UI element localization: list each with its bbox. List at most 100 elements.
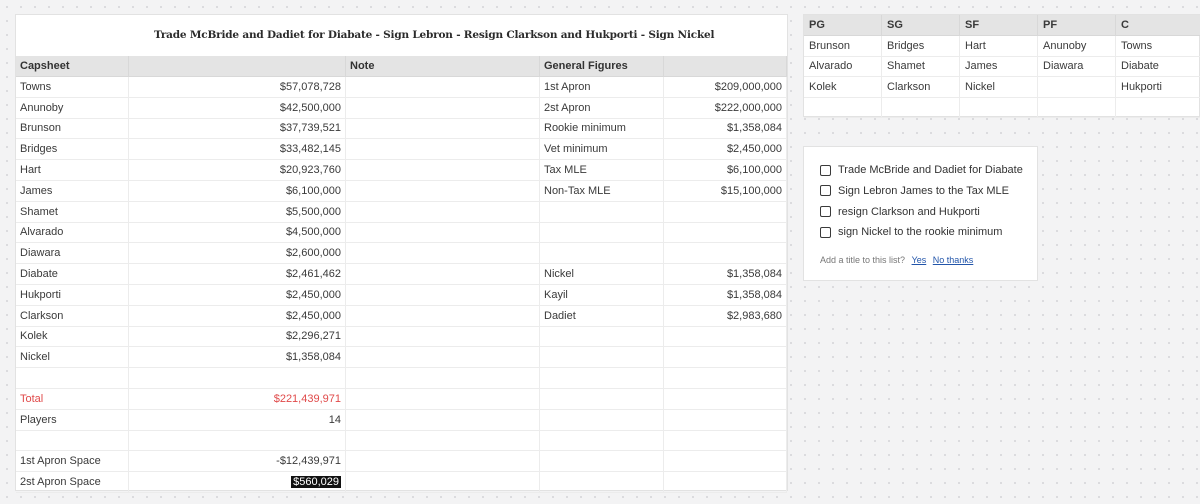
position-cell[interactable] [1038,97,1116,119]
table-cell[interactable]: Non-Tax MLE [540,180,664,202]
table-cell[interactable] [540,222,664,244]
table-cell[interactable]: Kayil [540,284,664,306]
position-cell[interactable]: Diawara [1038,56,1116,78]
table-cell[interactable]: $2,296,271 [129,326,346,348]
table-cell[interactable] [346,222,540,244]
table-cell[interactable]: $4,500,000 [129,222,346,244]
table-cell[interactable] [346,160,540,181]
column-header[interactable]: Note [346,56,540,77]
table-cell[interactable]: $2,983,680 [664,305,787,327]
table-cell[interactable]: Kolek [16,326,129,348]
table-cell[interactable]: $2,450,000 [129,305,346,327]
table-cell[interactable] [540,409,664,431]
position-header[interactable]: C [1116,15,1200,36]
table-cell[interactable]: Shamet [16,201,129,223]
checkbox[interactable] [820,226,831,238]
checkbox[interactable] [820,206,831,218]
table-cell[interactable] [16,368,129,389]
table-cell[interactable]: $1,358,084 [664,284,787,306]
checklist-item[interactable]: resign Clarkson and Hukporti [820,202,980,222]
table-cell[interactable]: Nickel [16,347,129,369]
table-cell[interactable] [346,305,540,327]
table-cell[interactable] [346,451,540,473]
table-cell[interactable]: $37,739,521 [129,118,346,140]
table-cell[interactable]: $2,600,000 [129,243,346,265]
table-cell[interactable]: Bridges [16,139,129,161]
table-cell[interactable] [346,472,540,493]
table-cell[interactable] [346,243,540,265]
table-cell[interactable]: James [16,180,129,202]
column-header[interactable]: General Figures [540,56,664,77]
table-cell[interactable]: Hart [16,160,129,181]
checkbox[interactable] [820,164,831,176]
table-cell[interactable] [346,264,540,285]
table-cell[interactable] [664,243,787,265]
table-cell[interactable] [664,451,787,473]
table-cell[interactable]: $33,482,145 [129,139,346,161]
position-cell[interactable] [1038,76,1116,98]
table-cell[interactable] [540,451,664,473]
position-cell[interactable]: Clarkson [882,76,960,98]
column-header[interactable]: Capsheet [16,56,129,77]
position-cell[interactable] [882,97,960,119]
position-cell[interactable]: Diabate [1116,56,1200,78]
table-cell[interactable]: $2,450,000 [664,139,787,161]
table-cell[interactable]: -$12,439,971 [129,451,346,473]
table-cell[interactable]: $15,100,000 [664,180,787,202]
table-cell[interactable]: Anunoby [16,97,129,119]
table-cell[interactable] [540,388,664,410]
table-cell[interactable] [664,347,787,369]
table-cell[interactable]: $1,358,084 [664,118,787,140]
table-cell[interactable] [346,76,540,98]
yes-link[interactable]: Yes [912,255,927,265]
position-cell[interactable]: Hukporti [1116,77,1200,98]
table-cell[interactable] [664,368,787,389]
table-cell[interactable] [540,430,664,452]
table-cell[interactable]: $209,000,000 [664,76,787,98]
position-cell[interactable]: Hart [960,35,1038,57]
table-cell[interactable]: Clarkson [16,305,129,327]
table-cell[interactable]: $221,439,971 [129,388,346,410]
table-cell[interactable]: 1st Apron [540,76,664,98]
table-cell[interactable]: Vet minimum [540,139,664,161]
no-thanks-link[interactable]: No thanks [933,255,974,265]
table-cell[interactable] [540,472,664,493]
checklist-item[interactable]: sign Nickel to the rookie minimum [820,222,1002,242]
checklist-item[interactable]: Sign Lebron James to the Tax MLE [820,181,1009,201]
table-cell[interactable]: Players [16,409,129,431]
table-cell[interactable]: Diabate [16,264,129,285]
position-cell[interactable] [804,97,882,119]
table-cell[interactable]: Brunson [16,118,129,140]
table-cell[interactable] [664,388,787,410]
table-cell[interactable]: $2,461,462 [129,264,346,285]
position-cell[interactable]: Kolek [804,76,882,98]
table-cell[interactable] [346,409,540,431]
table-cell[interactable] [664,409,787,431]
table-cell[interactable] [346,180,540,202]
table-cell[interactable]: $222,000,000 [664,97,787,119]
table-cell[interactable] [664,430,787,452]
table-cell[interactable]: $6,100,000 [129,180,346,202]
table-cell[interactable] [346,201,540,223]
table-cell[interactable]: $6,100,000 [664,160,787,181]
table-cell[interactable]: Tax MLE [540,160,664,181]
position-header[interactable]: PF [1038,15,1116,36]
table-cell[interactable]: Alvarado [16,222,129,244]
checkbox[interactable] [820,185,831,197]
position-header[interactable]: SF [960,15,1038,36]
table-cell[interactable] [664,472,787,493]
table-cell[interactable] [664,222,787,244]
column-header[interactable] [664,56,787,77]
table-cell[interactable] [664,201,787,223]
table-cell[interactable]: $560,029 [129,472,346,493]
table-cell[interactable]: 1st Apron Space [16,451,129,473]
table-cell[interactable] [540,326,664,348]
position-cell[interactable]: Anunoby [1038,35,1116,57]
table-cell[interactable]: Rookie minimum [540,118,664,140]
table-cell[interactable]: Dadiet [540,305,664,327]
position-cell[interactable]: Alvarado [804,56,882,78]
table-cell[interactable]: 2st Apron [540,97,664,119]
table-cell[interactable] [346,347,540,369]
position-cell[interactable]: Shamet [882,56,960,78]
table-cell[interactable]: 2st Apron Space [16,472,129,493]
